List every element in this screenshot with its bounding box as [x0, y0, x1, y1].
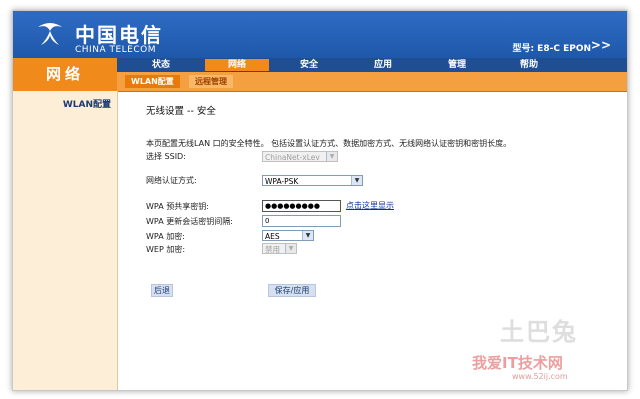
- device-model: 型号: E8-C EPON: [512, 44, 591, 54]
- sidebar-item-wlan-config[interactable]: WLAN配置: [13, 97, 111, 110]
- wpa-encryption-label: WPA 加密:: [146, 232, 185, 241]
- nav-tab-management[interactable]: 管理: [425, 59, 489, 71]
- china-telecom-logo-icon: [38, 23, 62, 45]
- more-link[interactable]: >>: [591, 38, 611, 52]
- watermark-url: www.52ij.com: [512, 372, 568, 381]
- auth-label: 网络认证方式:: [146, 176, 197, 185]
- rekey-interval-input[interactable]: 0: [262, 215, 341, 227]
- chevron-down-icon: ▼: [302, 231, 313, 240]
- wpa-encryption-select[interactable]: AES ▼: [262, 230, 314, 241]
- ssid-select-value: ChinaNet-xLev: [265, 153, 320, 162]
- chevron-down-icon: ▼: [285, 244, 296, 253]
- chevron-down-icon: ▼: [326, 152, 337, 161]
- watermark-site-name: 我爱IT技术网: [472, 354, 563, 372]
- auth-method-value: WPA-PSK: [265, 177, 299, 186]
- rekey-label: WPA 更新会话密钥间隔:: [146, 217, 233, 226]
- wpa-encryption-value: AES: [265, 232, 280, 241]
- nav-tab-status[interactable]: 状态: [129, 59, 193, 71]
- nav-tab-security[interactable]: 安全: [277, 59, 341, 71]
- sidebar: WLAN配置: [13, 91, 118, 390]
- page-title: 无线设置 -- 安全: [146, 106, 216, 117]
- nav-tab-applications[interactable]: 应用: [351, 59, 415, 71]
- auth-method-select[interactable]: WPA-PSK ▼: [262, 175, 363, 186]
- main-nav: 状态 网络 安全 应用 管理 帮助: [117, 58, 627, 72]
- subtab-wlan-config[interactable]: WLAN配置: [125, 75, 180, 88]
- ssid-select[interactable]: ChinaNet-xLev ▼: [262, 151, 338, 162]
- chevron-down-icon: ▼: [351, 176, 362, 185]
- sub-nav: WLAN配置 远程管理: [117, 72, 627, 92]
- section-title: 网络: [13, 58, 117, 91]
- save-apply-button[interactable]: 保存/应用: [268, 284, 316, 297]
- nav-tab-network[interactable]: 网络: [205, 59, 269, 71]
- wep-encryption-select[interactable]: 禁用 ▼: [262, 243, 297, 254]
- brand-name-en: CHINA TELECOM: [75, 45, 156, 55]
- ssid-label: 选择 SSID:: [146, 152, 186, 161]
- wep-encryption-value: 禁用: [265, 245, 280, 254]
- psk-label: WPA 预共享密钥:: [146, 202, 209, 211]
- back-button[interactable]: 后退: [151, 284, 173, 297]
- watermark-brand: 土巴兔: [500, 318, 578, 346]
- wep-encryption-label: WEP 加密:: [146, 245, 186, 254]
- top-header: 中国电信 CHINA TELECOM 型号: E8-C EPON >>: [13, 11, 627, 58]
- page-description: 本页配置无线LAN 口的安全特性。 包括设置认证方式、数据加密方式、无线网络认证…: [146, 139, 512, 148]
- nav-tab-help[interactable]: 帮助: [497, 59, 561, 71]
- brand-name-cn: 中国电信: [75, 23, 163, 47]
- subtab-remote-management[interactable]: 远程管理: [189, 75, 233, 88]
- show-key-link[interactable]: 点击这里显示: [346, 200, 394, 211]
- psk-input[interactable]: ●●●●●●●●●: [262, 200, 341, 212]
